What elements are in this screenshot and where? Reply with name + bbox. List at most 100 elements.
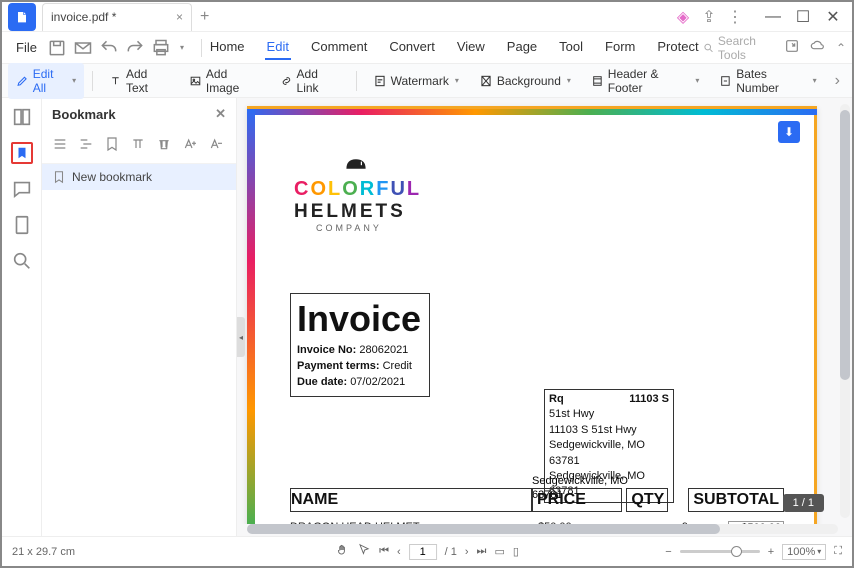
menu-protect[interactable]: Protect	[655, 35, 700, 60]
th-price: PRICE	[532, 488, 622, 512]
thumbnails-icon[interactable]	[11, 106, 33, 128]
horizontal-scrollbar[interactable]	[247, 524, 838, 534]
list-icon[interactable]	[52, 136, 68, 157]
rename-bookmark-icon[interactable]	[130, 136, 146, 157]
bookmark-panel-title: Bookmark	[52, 107, 116, 122]
minimize-button[interactable]: —	[758, 2, 788, 32]
mail-icon[interactable]	[73, 38, 93, 58]
export-icon[interactable]	[784, 38, 800, 57]
edit-toolbar: Edit All▾ Add Text Add Image Add Link Wa…	[2, 64, 852, 98]
continuous-page-icon[interactable]: ▯	[513, 545, 519, 558]
close-tab-icon[interactable]: ×	[176, 10, 183, 24]
search-tools[interactable]: Search Tools	[703, 34, 774, 62]
collapse-panel-handle[interactable]: ◂	[237, 317, 245, 357]
pdf-page[interactable]: ⬇ COLORFUL HELMETS COMPANY Invoice Invoi…	[247, 106, 817, 524]
toolbar-scroll-right-icon[interactable]: ›	[829, 72, 846, 90]
attachments-icon[interactable]	[11, 214, 33, 236]
add-image-button[interactable]: Add Image	[181, 63, 268, 99]
watermark-button[interactable]: Watermark▾	[365, 70, 467, 92]
fit-page-icon[interactable]: ⛶	[834, 545, 842, 558]
invoice-box: Invoice Invoice No: 28062021 Payment ter…	[290, 293, 430, 397]
zoom-out-icon[interactable]: −	[665, 546, 671, 558]
menu-form[interactable]: Form	[603, 35, 637, 60]
menu-home[interactable]: Home	[208, 35, 247, 60]
statusbar: 21 x 29.7 cm ⏮ ‹ / 1 › ⏭ ▭ ▯ − + 100%▾ ⛶	[2, 536, 852, 566]
increase-font-icon[interactable]	[182, 136, 198, 157]
search-panel-icon[interactable]	[11, 250, 33, 272]
premium-icon[interactable]: ◈	[674, 8, 692, 26]
close-panel-icon[interactable]: ✕	[215, 106, 226, 122]
bates-number-button[interactable]: Bates Number▾	[711, 63, 824, 99]
app-icon[interactable]	[8, 3, 36, 31]
menu-convert[interactable]: Convert	[387, 35, 437, 60]
company-logo: COLORFUL HELMETS COMPANY	[250, 109, 814, 233]
menu-page[interactable]: Page	[505, 35, 539, 60]
tab-title: invoice.pdf *	[51, 10, 116, 24]
helmet-icon	[344, 155, 368, 173]
menu-edit[interactable]: Edit	[265, 35, 291, 60]
zoom-in-icon[interactable]: +	[768, 546, 774, 558]
zoom-level[interactable]: 100%▾	[782, 544, 826, 560]
close-window-button[interactable]: ✕	[818, 2, 848, 32]
file-menu[interactable]: File	[8, 40, 45, 55]
zoom-slider[interactable]	[680, 550, 760, 553]
decrease-font-icon[interactable]	[208, 136, 224, 157]
page-total: / 1	[445, 546, 457, 558]
vertical-scrollbar[interactable]	[840, 104, 850, 518]
background-button[interactable]: Background▾	[471, 70, 579, 92]
th-name: NAME	[290, 488, 532, 512]
document-tab[interactable]: invoice.pdf * ×	[42, 3, 192, 31]
kebab-menu-icon[interactable]: ⋮	[726, 8, 744, 26]
print-dropdown-icon[interactable]: ▾	[177, 38, 187, 58]
menubar: File ▾ Home Edit Comment Convert View Pa…	[2, 32, 852, 64]
maximize-button[interactable]: ☐	[788, 2, 818, 32]
page-indicator-badge: 1 / 1	[783, 494, 824, 512]
undo-icon[interactable]	[99, 38, 119, 58]
add-text-button[interactable]: Add Text	[101, 63, 177, 99]
logo-colorful-text: COLORFUL	[294, 178, 814, 201]
bookmark-item-label: New bookmark	[72, 170, 152, 184]
page-nav: ⏮ ‹ / 1 › ⏭ ▭ ▯	[335, 543, 519, 560]
select-tool-icon[interactable]	[357, 543, 371, 560]
page-size-label: 21 x 29.7 cm	[12, 546, 75, 558]
search-placeholder: Search Tools	[718, 34, 774, 62]
document-area: ◂ ⬇ COLORFUL HELMETS COMPANY Invoice Inv…	[237, 98, 852, 536]
first-page-icon[interactable]: ⏮	[379, 545, 389, 558]
menu-comment[interactable]: Comment	[309, 35, 369, 60]
delete-bookmark-icon[interactable]	[156, 136, 172, 157]
cloud-icon[interactable]	[810, 38, 826, 57]
bookmark-toolbar	[42, 130, 236, 164]
menu-tool[interactable]: Tool	[557, 35, 585, 60]
outline-icon[interactable]	[78, 136, 94, 157]
document-scroll[interactable]: ⬇ COLORFUL HELMETS COMPANY Invoice Invoi…	[237, 98, 852, 524]
download-badge-icon[interactable]: ⬇	[778, 121, 800, 143]
save-icon[interactable]	[47, 38, 67, 58]
header-footer-button[interactable]: Header & Footer▾	[583, 63, 707, 99]
comments-icon[interactable]	[11, 178, 33, 200]
page-number-input[interactable]	[409, 544, 437, 560]
print-icon[interactable]	[151, 38, 171, 58]
menu-items: Home Edit Comment Convert View Page Tool…	[208, 35, 701, 60]
bookmark-panel: Bookmark ✕ New bookmark	[42, 98, 237, 536]
last-page-icon[interactable]: ⏭	[477, 545, 487, 558]
hand-tool-icon[interactable]	[335, 543, 349, 560]
single-page-icon[interactable]: ▭	[494, 545, 504, 558]
th-qty: QTY	[626, 488, 668, 512]
th-subtotal: SUBTOTAL	[688, 488, 784, 512]
add-bookmark-icon[interactable]	[104, 136, 120, 157]
edit-all-button[interactable]: Edit All▾	[8, 63, 84, 99]
bookmark-tab-icon[interactable]	[11, 142, 33, 164]
share-icon[interactable]: ⇪	[700, 8, 718, 26]
logo-helmets-text: HELMETS	[294, 201, 814, 223]
add-link-button[interactable]: Add Link	[272, 63, 348, 99]
collapse-ribbon-icon[interactable]: ⌃	[836, 41, 846, 55]
menu-view[interactable]: View	[455, 35, 487, 60]
titlebar: invoice.pdf * × + ◈ ⇪ ⋮ — ☐ ✕	[2, 2, 852, 32]
next-page-icon[interactable]: ›	[465, 546, 469, 558]
invoice-table-header: NAME PRICE QTY SUBTOTAL	[290, 488, 784, 512]
add-tab-button[interactable]: +	[192, 8, 217, 26]
bookmark-item[interactable]: New bookmark	[42, 164, 236, 190]
prev-page-icon[interactable]: ‹	[397, 546, 401, 558]
invoice-title: Invoice	[297, 298, 423, 340]
redo-icon[interactable]	[125, 38, 145, 58]
